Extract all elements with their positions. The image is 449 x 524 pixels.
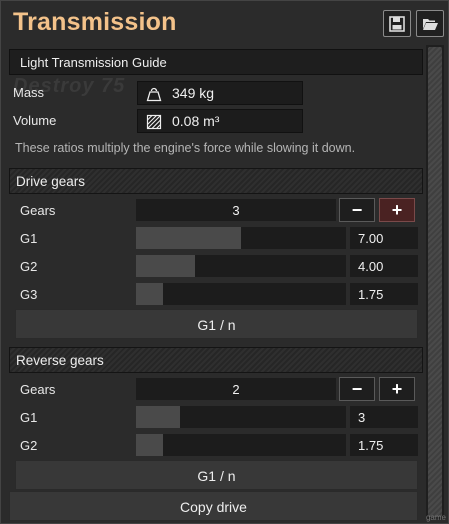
reverse-g1-slider[interactable] — [136, 406, 346, 428]
mass-label: Mass — [13, 85, 45, 100]
copy-drive-button[interactable]: Copy drive — [9, 491, 418, 521]
open-button[interactable] — [416, 10, 444, 37]
volume-value: 0.08 m³ — [172, 113, 220, 129]
volume-value-box: 0.08 m³ — [137, 109, 303, 133]
drive-g3-value[interactable]: 1.75 — [350, 283, 418, 305]
drive-g1-slider[interactable] — [136, 227, 346, 249]
window-title: Transmission — [13, 8, 177, 36]
volume-label: Volume — [13, 113, 57, 128]
volume-row: Volume 0.08 m³ — [13, 109, 423, 133]
transmission-window: Transmission Destroy 75 Light Transmissi… — [0, 0, 449, 524]
drive-g3-label: G3 — [20, 287, 38, 302]
drive-gears-increment-button[interactable]: + — [379, 198, 415, 222]
content-panel: Destroy 75 Light Transmission Guide Mass… — [7, 45, 423, 521]
reverse-gears-increment-button[interactable]: + — [379, 377, 415, 401]
drive-gears-count-label: Gears — [20, 203, 56, 218]
mass-row: Mass 349 kg — [13, 81, 423, 105]
minus-icon: − — [351, 200, 363, 220]
volume-hatch-icon — [146, 114, 162, 130]
reverse-gears-count-label: Gears — [20, 382, 56, 397]
save-icon — [389, 15, 405, 32]
drive-g2-slider[interactable] — [136, 255, 346, 277]
reverse-g1-slider-fill — [136, 406, 181, 428]
reverse-g2-slider-fill — [136, 434, 164, 456]
reverse-g2-value[interactable]: 1.75 — [350, 434, 418, 456]
drive-g3-slider-fill — [136, 283, 164, 305]
drive-g2-label: G2 — [20, 259, 38, 274]
mass-value: 349 kg — [172, 85, 215, 101]
reverse-g1-label: G1 — [20, 410, 38, 425]
reverse-gears-decrement-button[interactable]: − — [339, 377, 375, 401]
reverse-g2-slider[interactable] — [136, 434, 346, 456]
corner-watermark: game — [425, 513, 446, 522]
drive-g3-slider[interactable] — [136, 283, 346, 305]
reverse-gears-header: Reverse gears — [9, 347, 423, 373]
minus-icon: − — [351, 379, 363, 399]
drive-gears-decrement-button[interactable]: − — [339, 198, 375, 222]
ratio-description: These ratios multiply the engine's force… — [15, 141, 356, 155]
plus-icon: + — [391, 200, 403, 220]
plus-icon: + — [391, 379, 403, 399]
scrollbar-thumb[interactable] — [428, 47, 442, 517]
drive-g1-label: G1 — [20, 231, 38, 246]
title-bar: Transmission — [1, 1, 449, 43]
save-button[interactable] — [383, 10, 411, 37]
drive-g1-slider-fill — [136, 227, 241, 249]
reverse-gears-count[interactable]: 2 — [136, 378, 336, 400]
drive-gears-header: Drive gears — [9, 168, 423, 194]
drive-g1-value[interactable]: 7.00 — [350, 227, 418, 249]
reverse-mode-button[interactable]: G1 / n — [15, 460, 418, 490]
weight-icon — [146, 87, 162, 102]
reverse-g1-value[interactable]: 3 — [350, 406, 418, 428]
drive-gears-count[interactable]: 3 — [136, 199, 336, 221]
guide-header: Light Transmission Guide — [9, 49, 423, 75]
drive-mode-button[interactable]: G1 / n — [15, 309, 418, 339]
folder-open-icon — [423, 18, 438, 30]
mass-value-box: 349 kg — [137, 81, 303, 105]
drive-gears-section: Drive gears Gears 3 − + G1 7.00 G2 4.00 … — [9, 168, 423, 346]
reverse-g2-label: G2 — [20, 438, 38, 453]
drive-g2-slider-fill — [136, 255, 195, 277]
reverse-gears-section: Reverse gears Gears 2 − + G1 3 G2 1.75 G… — [9, 347, 423, 493]
drive-g2-value[interactable]: 4.00 — [350, 255, 418, 277]
